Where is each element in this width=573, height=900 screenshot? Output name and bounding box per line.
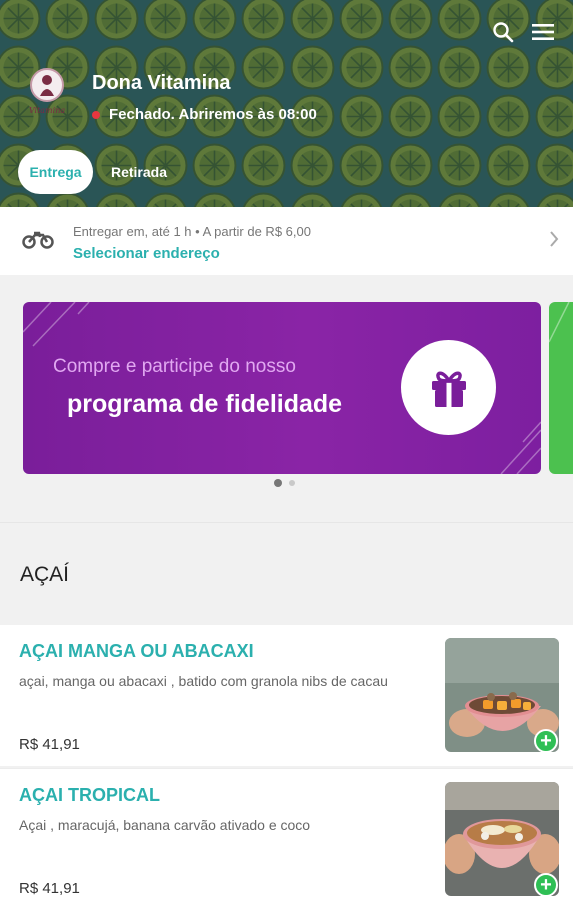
search-icon[interactable] (491, 20, 515, 44)
motorcycle-icon (22, 227, 54, 256)
product-price: R$ 41,91 (19, 880, 80, 897)
loyalty-banner[interactable]: Compre e participe do nosso programa de … (23, 302, 541, 474)
banner-title: programa de fidelidade (67, 390, 343, 418)
select-address-link[interactable]: Selecionar endereço (73, 245, 220, 262)
carousel-dot[interactable] (289, 480, 295, 486)
gift-icon (431, 371, 466, 407)
category-section: AÇAÍ (0, 522, 573, 625)
next-banner-peek[interactable] (549, 302, 573, 474)
product-price: R$ 41,91 (19, 736, 80, 753)
product-description: Açai , maracujá, banana carvão ativado e… (19, 817, 311, 833)
gift-badge (401, 340, 496, 435)
category-title: AÇAÍ (20, 563, 70, 586)
store-status: Fechado. Abriremos às 08:00 (92, 106, 317, 123)
store-logo-badge (30, 68, 64, 102)
tab-retirada[interactable]: Retirada (99, 150, 179, 194)
store-header: Vitamina Dona Vitamina Fechado. Abriremo… (0, 0, 573, 207)
store-status-text: Fechado. Abriremos às 08:00 (109, 106, 317, 123)
add-to-cart-button[interactable]: + (534, 729, 558, 753)
carousel-dot-active[interactable] (274, 479, 282, 487)
store-name: Dona Vitamina (92, 72, 231, 94)
carousel-indicator (274, 479, 295, 487)
product-name: AÇAI MANGA OU ABACAXI (19, 641, 254, 661)
product-item[interactable]: AÇAI TROPICAL Açai , maracujá, banana ca… (0, 768, 573, 900)
chevron-right-icon (549, 230, 559, 253)
product-item[interactable]: AÇAI MANGA OU ABACAXI açai, manga ou aba… (0, 625, 573, 766)
product-description: açai, manga ou abacaxi , batido com gran… (19, 673, 388, 689)
order-mode-tabs: Entrega Retirada (18, 150, 179, 194)
add-to-cart-button[interactable]: + (534, 873, 558, 897)
status-indicator-dot (92, 110, 100, 119)
promo-carousel: Compre e participe do nosso programa de … (0, 275, 573, 522)
delivery-address-row[interactable]: Entregar em, até 1 h • A partir de R$ 6,… (0, 207, 573, 275)
next-banner-decoration (549, 302, 570, 343)
banner-subtitle: Compre e participe do nosso (53, 356, 296, 377)
product-name: AÇAI TROPICAL (19, 785, 160, 805)
menu-icon[interactable] (531, 20, 555, 44)
store-logo: Vitamina (24, 68, 70, 130)
tab-entrega[interactable]: Entrega (18, 150, 93, 194)
delivery-info: Entregar em, até 1 h • A partir de R$ 6,… (73, 224, 311, 239)
store-logo-text: Vitamina (28, 106, 66, 115)
